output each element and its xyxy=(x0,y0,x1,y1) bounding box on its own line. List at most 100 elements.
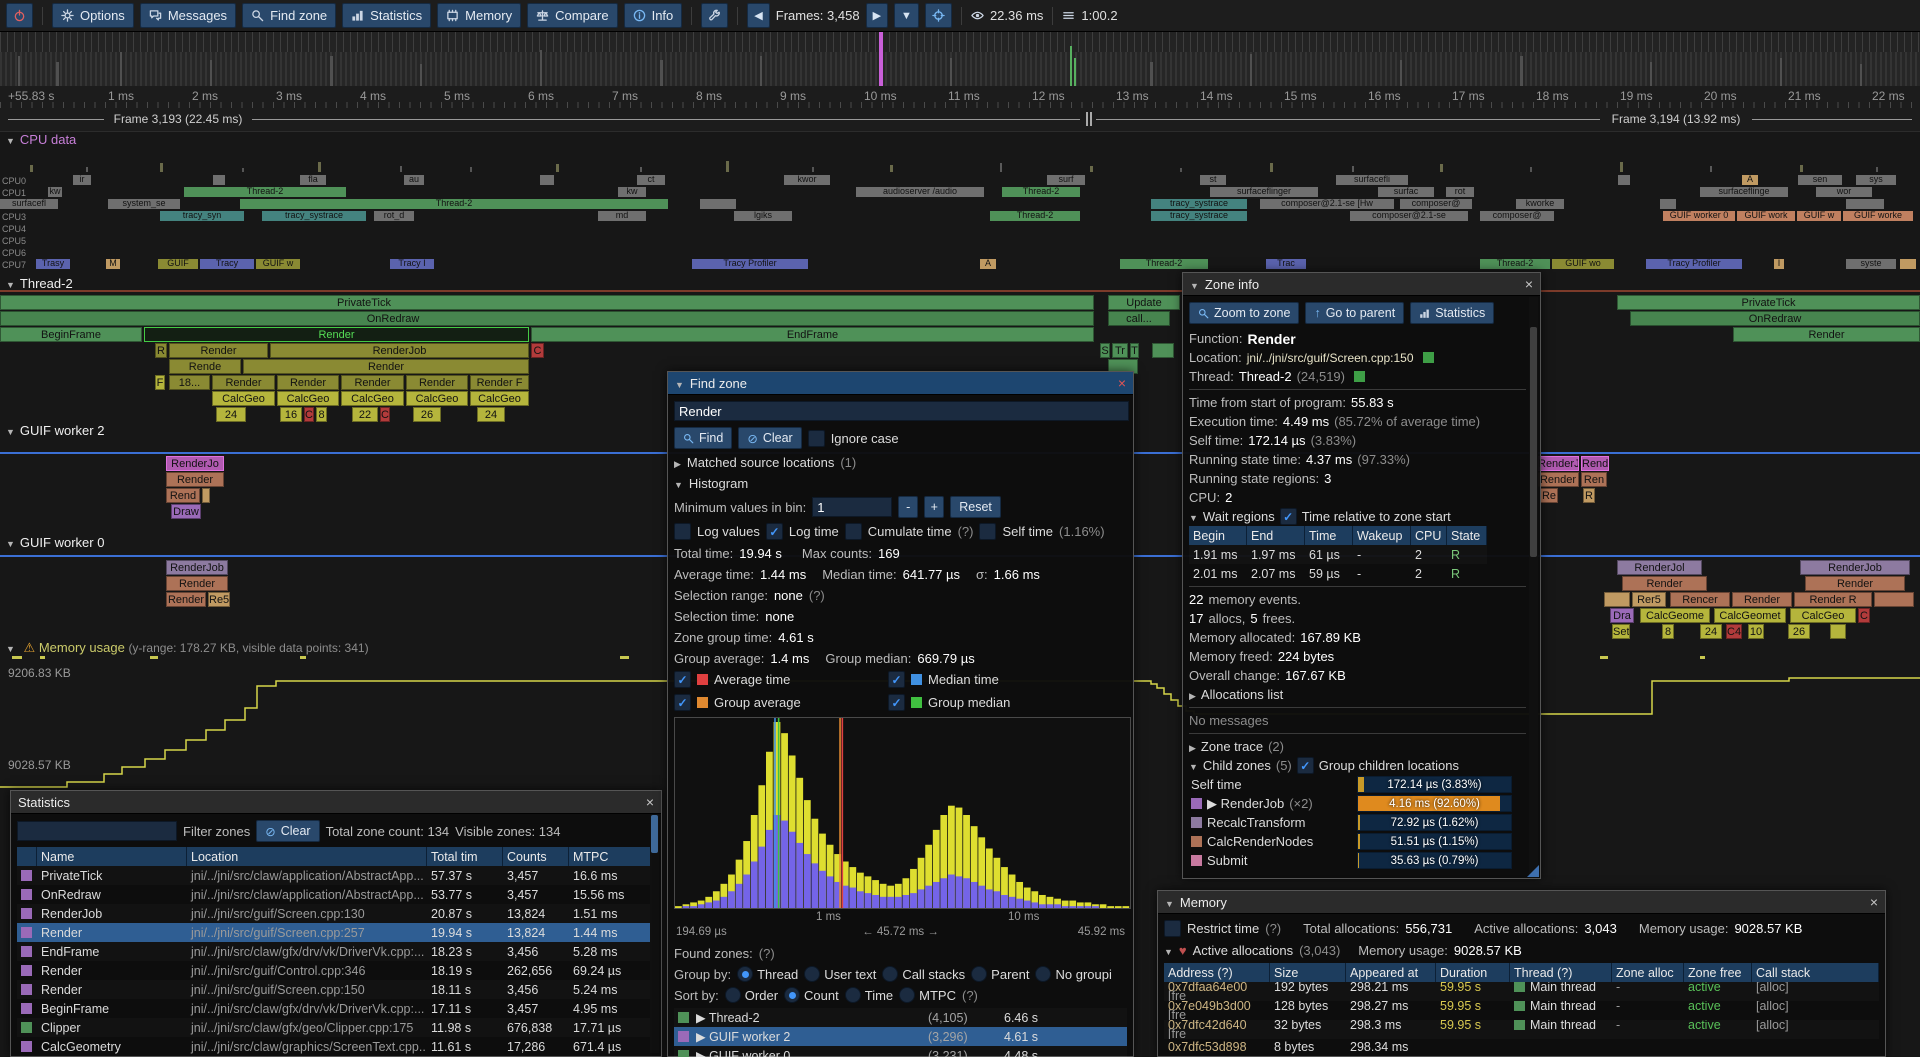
radio-option[interactable]: User text xyxy=(804,966,876,982)
timeline-zone[interactable]: Tr xyxy=(1112,343,1128,358)
timeline-zone[interactable]: 16 xyxy=(280,407,302,422)
legend-item[interactable]: Group average xyxy=(674,694,888,711)
wait-region-row[interactable]: 1.91 ms1.97 ms61 µs-2R xyxy=(1189,545,1487,564)
timeline-zone[interactable]: surfacefl xyxy=(0,199,58,209)
allocation-row[interactable]: 0x7dfc53d8988 bytes298.34 ms xyxy=(1164,1039,1879,1057)
find-button[interactable]: Find xyxy=(674,427,732,449)
timeline-zone[interactable]: RenderJol xyxy=(1617,560,1702,575)
timeline-zone[interactable]: EndFrame xyxy=(531,327,1094,342)
timeline-zone[interactable]: OnRedraw xyxy=(0,311,1094,326)
timeline-zone[interactable] xyxy=(1604,592,1630,607)
zoom-to-zone-button[interactable]: Zoom to zone xyxy=(1189,302,1299,324)
timeline-zone[interactable]: tracy_systrace xyxy=(1151,211,1247,221)
timeline-zone[interactable]: Render xyxy=(212,375,275,390)
timeline-zone[interactable]: 26 xyxy=(413,407,441,422)
timeline-zone[interactable] xyxy=(1846,199,1884,209)
timeline-zone[interactable]: RenderJob xyxy=(166,560,228,575)
timeline-zone[interactable] xyxy=(1618,175,1630,185)
resize-grip[interactable] xyxy=(1527,865,1539,877)
timeline-zone[interactable] xyxy=(1874,592,1914,607)
timeline-zone[interactable]: kw xyxy=(618,187,646,197)
timeline-zone[interactable]: CalcGeo xyxy=(470,391,529,406)
scrollbar-thumb[interactable] xyxy=(651,815,658,853)
timeline-zone[interactable]: kw xyxy=(48,187,62,197)
frame-minimap[interactable] xyxy=(0,32,1920,87)
timeline-zone[interactable]: composer@2.1-se [Hw xyxy=(1260,199,1394,209)
timeline-zone[interactable]: C4 xyxy=(1726,624,1742,639)
radio-option[interactable]: MTPC xyxy=(899,987,956,1003)
timeline-zone[interactable]: Render xyxy=(1805,576,1905,591)
memory-button[interactable]: Memory xyxy=(437,3,521,28)
timeline-zone[interactable]: GUIF w xyxy=(1797,211,1841,221)
zone-info-scrollbar[interactable] xyxy=(1529,297,1538,875)
memory-usage-header[interactable]: ⚠ Memory usage (y-range: 178.27 KB, visi… xyxy=(6,640,369,656)
timeline-zone[interactable]: GUIF xyxy=(158,259,198,269)
timeline-zone[interactable]: A xyxy=(1742,175,1758,185)
timeline-zone[interactable]: tracy_syn xyxy=(160,211,244,221)
zone-info-titlebar[interactable]: Zone info xyxy=(1183,273,1540,296)
stats-row[interactable]: CalcGeometryjni/../jni/src/claw/graphics… xyxy=(17,1037,655,1056)
timeline-zone[interactable]: 18... xyxy=(169,375,210,390)
timeline-zone[interactable]: surfaceflinge xyxy=(1700,187,1788,197)
timeline-zone[interactable]: sen xyxy=(1798,175,1842,185)
timeline-zone[interactable]: ir xyxy=(73,175,91,185)
radio-option[interactable]: Thread xyxy=(737,966,798,982)
stats-row[interactable]: PrivateTickjni/../jni/src/claw/applicati… xyxy=(17,866,655,885)
allocation-row[interactable]: 0x7dfc42d64032 bytes298.3 ms59.95 sMain … xyxy=(1164,1020,1879,1039)
timeline-zone[interactable]: Ren xyxy=(1581,472,1607,487)
messages-button[interactable]: Messages xyxy=(140,3,236,28)
timeline-zone[interactable]: R xyxy=(1583,488,1595,503)
wait-region-row[interactable]: 2.01 ms2.07 ms59 µs-2R xyxy=(1189,564,1487,583)
timeline-zone[interactable]: system_se xyxy=(108,199,180,209)
timeline-zone[interactable]: kwor xyxy=(784,175,830,185)
radio-option[interactable]: Call stacks xyxy=(882,966,965,982)
timeline-zone[interactable]: Render xyxy=(1732,592,1792,607)
guif-worker0-header[interactable]: GUIF worker 0 xyxy=(6,535,104,550)
timeline-zone[interactable]: RenderJo xyxy=(166,456,224,471)
timeline-zone[interactable]: M xyxy=(106,259,120,269)
cumulate-time-checkbox[interactable] xyxy=(845,523,862,540)
timeline-zone[interactable]: CalcGeo xyxy=(1790,608,1856,623)
timeline-zone[interactable]: CalcGeo xyxy=(277,391,339,406)
timeline-zone[interactable]: Render xyxy=(1537,472,1579,487)
statistics-titlebar[interactable]: Statistics xyxy=(11,791,661,814)
timeline-zone[interactable]: Render xyxy=(1733,327,1920,342)
scrollbar-thumb[interactable] xyxy=(1530,327,1537,557)
go-to-parent-button[interactable]: ↑Go to parent xyxy=(1305,302,1404,324)
timeline-zone[interactable]: surf xyxy=(1047,175,1085,185)
legend-item[interactable]: Median time xyxy=(888,671,1102,688)
timeline-zone[interactable]: fla xyxy=(300,175,326,185)
timeline-zone[interactable]: st xyxy=(1200,175,1226,185)
timeline-zone[interactable] xyxy=(540,175,554,185)
timeline-zone[interactable]: kworke xyxy=(1516,199,1564,209)
info-button[interactable]: Info xyxy=(624,3,683,28)
timeline-zone[interactable]: Re5 xyxy=(208,592,230,607)
stats-row[interactable]: EndFramejni/../jni/src/claw/gfx/drv/vk/D… xyxy=(17,942,655,961)
timeline-zone[interactable]: Render xyxy=(169,343,268,358)
timeline-zone[interactable]: syste xyxy=(1846,259,1896,269)
found-zone-group[interactable]: ▶ Thread-2(4,105)6.46 s xyxy=(674,1008,1127,1027)
timeline-zone[interactable]: surfacefli xyxy=(1336,175,1408,185)
timeline-zone[interactable]: Dra xyxy=(1610,608,1634,623)
timeline-zone[interactable]: tracy_systrace xyxy=(1151,199,1247,209)
timeline-zone[interactable]: 22 xyxy=(352,407,378,422)
timeline-zone[interactable]: surfac xyxy=(1378,187,1434,197)
collapse-icon[interactable] xyxy=(1189,758,1198,773)
tools-button[interactable] xyxy=(701,3,728,28)
timeline-zone[interactable]: Rend xyxy=(166,488,200,503)
restrict-time-checkbox[interactable] xyxy=(1164,920,1181,937)
timeline-zone[interactable]: Render xyxy=(406,375,468,390)
timeline-zone[interactable]: Trasy xyxy=(36,259,70,269)
timeline-zone[interactable]: Tracy Profiler xyxy=(1646,259,1742,269)
min-bin-increment[interactable]: + xyxy=(924,496,944,518)
timeline-zone[interactable]: Set xyxy=(1612,624,1630,639)
self-time-checkbox[interactable] xyxy=(979,523,996,540)
timeline-zone[interactable]: au xyxy=(404,175,424,185)
legend-item[interactable]: Average time xyxy=(674,671,888,688)
timeline-zone[interactable]: C xyxy=(304,407,314,422)
histogram-plot[interactable] xyxy=(674,717,1131,909)
collapse-icon[interactable] xyxy=(1164,943,1173,958)
collapse-icon[interactable] xyxy=(1189,739,1196,754)
timeline-zone[interactable]: Render xyxy=(277,375,339,390)
timeline-zone[interactable]: Render xyxy=(166,592,206,607)
